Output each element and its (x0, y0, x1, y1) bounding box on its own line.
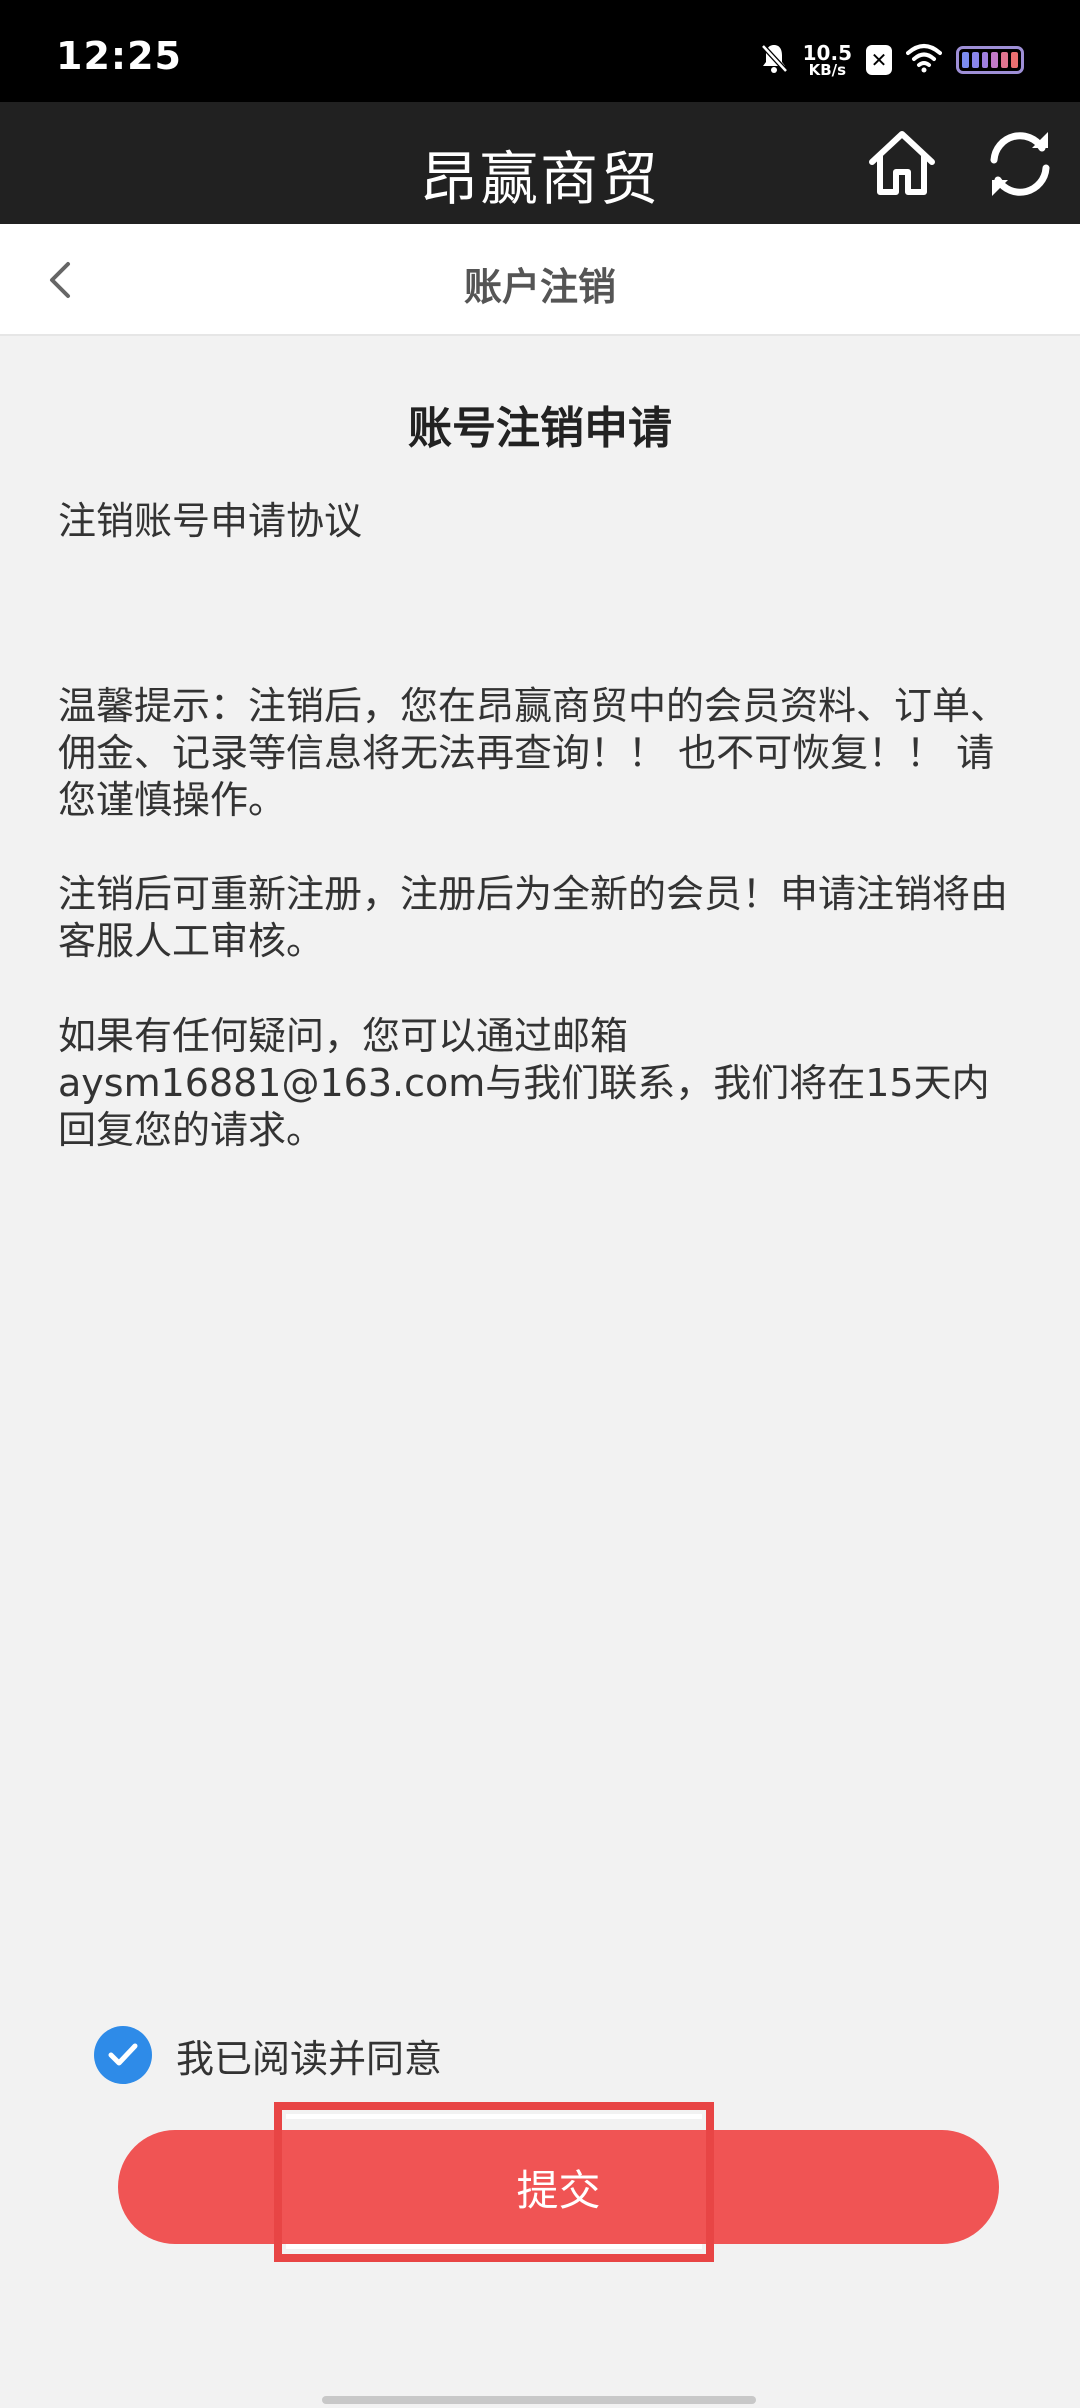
agreement-checkbox[interactable] (94, 2026, 152, 2084)
page-title: 账户注销 (463, 265, 616, 309)
status-bar: 12:25 10.5 KB/s ✕ (0, 0, 1080, 102)
refresh-button[interactable] (982, 126, 1058, 202)
contact-paragraph: 如果有任何疑问，您可以通过邮箱aysm16881@163.com与我们联系，我们… (58, 1014, 990, 1152)
agreement-checkbox-row[interactable]: 我已阅读并同意 (94, 2026, 442, 2084)
warning-paragraph: 温馨提示：注销后，您在昂赢商贸中的会员资料、订单、佣金、记录等信息将无法再查询！… (58, 684, 1009, 822)
submit-button[interactable]: 提交 (118, 2130, 999, 2244)
home-button[interactable] (864, 126, 940, 202)
home-icon (869, 131, 935, 195)
home-indicator[interactable] (322, 2396, 756, 2404)
highlight-line-bottom (286, 2244, 702, 2249)
wifi-icon (906, 43, 942, 77)
highlight-line-top (286, 2114, 702, 2119)
app-header: 昂赢商贸 (0, 102, 1080, 224)
sub-nav: 账户注销 (0, 224, 1080, 336)
checkmark-icon (108, 2043, 138, 2066)
status-icons: 10.5 KB/s ✕ (759, 40, 1024, 80)
battery-icon (956, 46, 1024, 74)
re-register-paragraph: 注销后可重新注册，注册后为全新的会员！申请注销将由客服人工审核。 (58, 872, 1009, 963)
refresh-icon (990, 132, 1050, 196)
net-speed-unit: KB/s (808, 60, 847, 79)
mute-bell-icon (759, 42, 789, 78)
document-title: 账号注销申请 (408, 403, 672, 454)
agreement-label: 我已阅读并同意 (176, 2036, 443, 2081)
status-time: 12:25 (56, 34, 182, 78)
net-speed-value: 10.5 (802, 40, 852, 65)
sim-x-icon: ✕ (866, 45, 892, 75)
net-speed: 10.5 KB/s (803, 43, 852, 78)
document-subtitle: 注销账号申请协议 (58, 499, 363, 543)
